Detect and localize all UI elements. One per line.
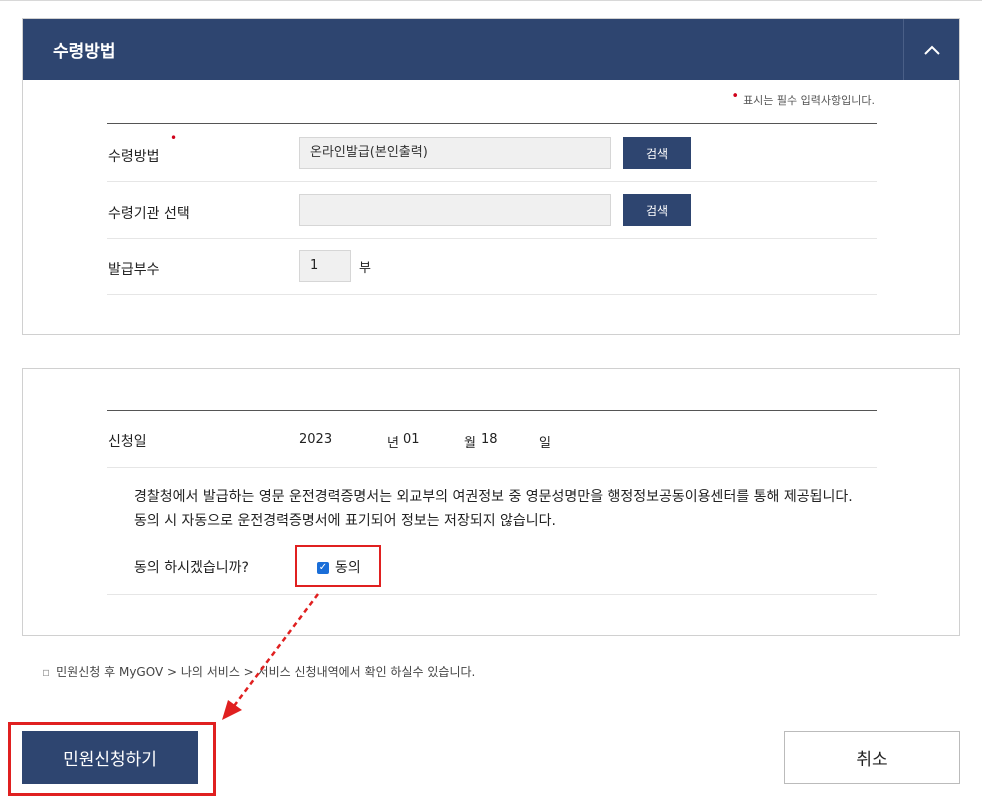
panel-header: 수령방법: [23, 19, 959, 80]
day-value: 18: [481, 432, 498, 447]
method-search-button[interactable]: 검색: [623, 137, 691, 169]
agency-label: 수령기관 선택: [108, 206, 190, 222]
day-unit: 일: [539, 436, 551, 451]
agree-label[interactable]: 동의: [335, 557, 361, 577]
row-divider: [107, 467, 877, 468]
form-top-divider: [107, 410, 877, 411]
agree-checkbox[interactable]: ✓: [317, 562, 329, 574]
required-dot-icon: •: [170, 131, 178, 145]
consent-description: 경찰청에서 발급하는 영문 운전경력증명서는 외교부의 여권정보 중 영문성명만…: [134, 489, 853, 529]
collapse-button[interactable]: [903, 19, 959, 80]
top-divider: [0, 0, 982, 1]
chevron-up-icon: [923, 45, 940, 55]
method-input[interactable]: 온라인발급(본인출력): [299, 137, 611, 169]
form-top-divider: [107, 123, 877, 124]
row-divider: [107, 238, 877, 239]
info-note: ▫ 민원신청 후 MyGOV > 나의 서비스 > 서비스 신청내역에서 확인 하…: [42, 665, 476, 679]
required-note: • 표시는 필수 입력사항입니다.: [731, 89, 875, 107]
month-unit: 월: [464, 436, 476, 451]
bullet-icon: ▫: [42, 665, 51, 679]
year-unit: 년: [387, 436, 399, 451]
row-divider: [107, 594, 877, 595]
method-label: 수령방법: [108, 149, 160, 165]
submit-application-button[interactable]: 민원신청하기: [22, 731, 198, 784]
application-panel: 신청일 2023 년 01 월 18 일 경찰청에서 발급하는 영문 운전경력증…: [22, 368, 960, 636]
month-value: 01: [403, 432, 420, 447]
panel-title: 수령방법: [53, 42, 116, 62]
year-value: 2023: [299, 432, 333, 447]
receipt-method-panel: 수령방법 • 표시는 필수 입력사항입니다. 수령방법 • 온라인발급(본인출력)…: [22, 18, 960, 335]
copies-label: 발급부수: [108, 262, 160, 278]
copies-unit: 부: [359, 261, 371, 276]
row-divider: [107, 294, 877, 295]
agency-search-button[interactable]: 검색: [623, 194, 691, 226]
agency-input[interactable]: [299, 194, 611, 226]
consent-question: 동의 하시겠습니까?: [134, 560, 249, 576]
required-dot-icon: •: [731, 89, 740, 104]
row-divider: [107, 181, 877, 182]
copies-input[interactable]: 1: [299, 250, 351, 282]
application-date-label: 신청일: [108, 434, 147, 450]
cancel-button[interactable]: 취소: [784, 731, 960, 784]
